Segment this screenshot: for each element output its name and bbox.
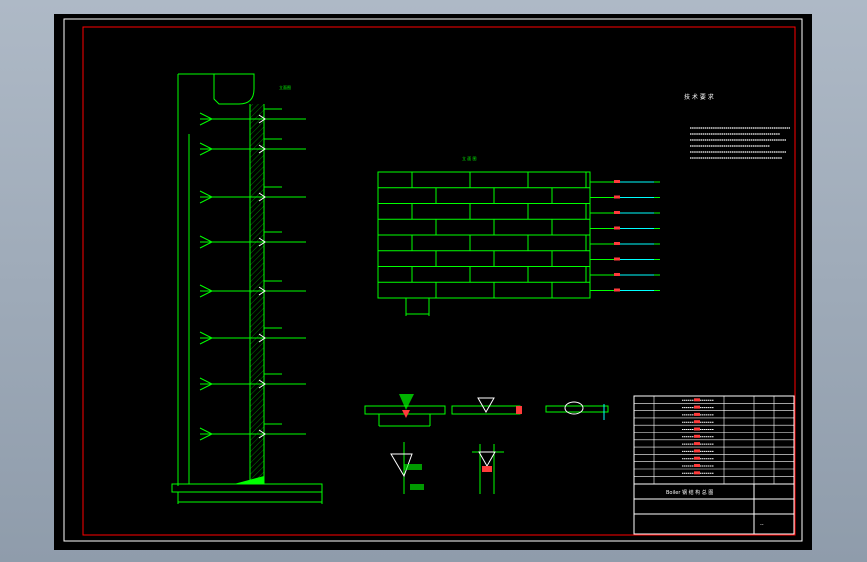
title-block: Boiler 钢 结 构 总 图 -- — [633, 395, 795, 535]
tag-mark — [614, 242, 620, 245]
panel-view: 立 面 图 — [377, 155, 660, 316]
tag-mark — [614, 288, 620, 292]
tb-mark — [694, 456, 700, 460]
tag-mark — [614, 195, 620, 199]
technical-notes: 技 术 要 求 — [684, 93, 790, 159]
tag-mark — [614, 257, 620, 261]
svg-text:立 面 图: 立 面 图 — [462, 155, 477, 161]
tag-mark — [614, 273, 620, 276]
tb-mark — [694, 398, 700, 402]
drawing-code: -- — [760, 522, 764, 528]
tb-mark — [694, 427, 700, 431]
tag-mark — [614, 211, 620, 214]
tag-mark — [614, 180, 620, 183]
tag-mark — [614, 226, 620, 230]
tb-mark — [694, 471, 700, 475]
drawing-title: Boiler 钢 结 构 总 图 — [666, 489, 713, 496]
cad-drawing: 立面图 立 面 图 技 术 要 求 Boiler 钢 结 构 总 图 -- — [63, 18, 803, 542]
tb-mark — [694, 442, 700, 446]
tb-mark — [694, 412, 700, 416]
tb-mark — [694, 449, 700, 453]
elevation-view — [171, 73, 323, 504]
tb-mark — [694, 420, 700, 424]
tb-mark — [694, 434, 700, 438]
detail-sections — [364, 394, 609, 494]
tb-mark — [694, 464, 700, 467]
elevation-label: 立面图 — [279, 84, 291, 90]
tb-mark — [694, 405, 700, 409]
notes-title: 技 术 要 求 — [684, 93, 714, 101]
cad-viewport[interactable]: 立面图 立 面 图 技 术 要 求 Boiler 钢 结 构 总 图 -- — [54, 14, 812, 550]
